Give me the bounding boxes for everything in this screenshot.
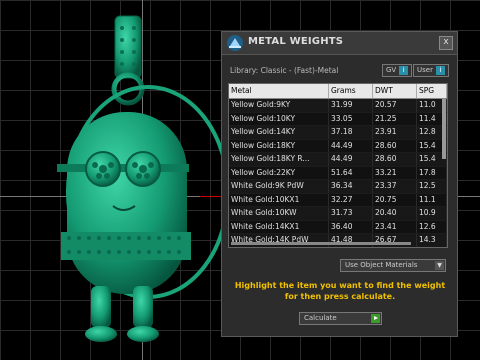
gv-toggle[interactable]: GV i <box>382 64 413 77</box>
metal-cell: Yellow Gold:22KY <box>229 166 329 179</box>
dwt-cell: 20.57 <box>373 99 417 112</box>
grams-cell: 36.40 <box>329 220 373 233</box>
spg-cell: 11.1 <box>417 193 447 206</box>
metal-cell: White Gold:14KX1 <box>229 220 329 233</box>
grams-cell: 31.99 <box>329 99 373 112</box>
user-toggle[interactable]: User i <box>413 64 449 77</box>
spg-cell: 14.3 <box>417 234 447 247</box>
info-icon: i <box>435 66 445 75</box>
vertical-scrollbar[interactable] <box>442 99 446 159</box>
materials-dropdown[interactable]: Use Object Materials ▼ <box>340 259 446 272</box>
grams-cell: 44.49 <box>329 153 373 166</box>
spg-cell: 17.8 <box>417 166 447 179</box>
metal-cell: White Gold:9K PdW <box>229 180 329 193</box>
close-button[interactable]: x <box>439 36 453 50</box>
metal-cell: White Gold:10KW <box>229 207 329 220</box>
instruction-text: Highlight the item you want to find the … <box>234 281 446 301</box>
gv-label: GV <box>386 66 397 74</box>
spg-cell: 12.5 <box>417 180 447 193</box>
grams-cell: 44.49 <box>329 139 373 152</box>
dwt-cell: 23.41 <box>373 220 417 233</box>
metal-cell: Yellow Gold:10KY <box>229 112 329 125</box>
dwt-cell: 23.37 <box>373 180 417 193</box>
dwt-cell: 28.60 <box>373 153 417 166</box>
column-header-spg[interactable]: SPG <box>417 84 447 98</box>
pendant-model[interactable] <box>55 14 240 359</box>
horizontal-scrollbar[interactable] <box>231 242 411 245</box>
dwt-cell: 20.75 <box>373 193 417 206</box>
table-row[interactable]: White Gold:14KX1 36.40 23.41 12.6 <box>229 220 447 234</box>
table-row[interactable]: White Gold:10KX1 32.27 20.75 11.1 <box>229 193 447 207</box>
dwt-cell: 28.60 <box>373 139 417 152</box>
table-row[interactable]: Yellow Gold:18KY 44.49 28.60 15.4 <box>229 139 447 153</box>
grams-cell: 32.27 <box>329 193 373 206</box>
metals-table[interactable]: Metal Grams DWT SPG Yellow Gold:9KY 31.99… <box>228 83 448 248</box>
metal-cell: Yellow Gold:9KY <box>229 99 329 112</box>
column-header-grams[interactable]: Grams <box>329 84 373 98</box>
chevron-down-icon: ▼ <box>435 261 444 270</box>
calculate-button[interactable]: Calculate <box>299 312 382 325</box>
column-header-metal[interactable]: Metal <box>229 84 329 98</box>
materials-dropdown-value: Use Object Materials <box>345 261 418 269</box>
panel-title: METAL WEIGHTS <box>248 36 344 47</box>
table-row[interactable]: Yellow Gold:14KY 37.18 23.91 12.8 <box>229 126 447 140</box>
calculate-label: Calculate <box>304 314 337 322</box>
metal-cell: Yellow Gold:18KY R... <box>229 153 329 166</box>
grams-cell: 33.05 <box>329 112 373 125</box>
dwt-cell: 20.40 <box>373 207 417 220</box>
metal-cell: White Gold:10KX1 <box>229 193 329 206</box>
table-row[interactable]: White Gold:14K PdW 41.48 26.67 14.3 <box>229 234 447 247</box>
user-label: User <box>417 66 433 74</box>
column-header-dwt[interactable]: DWT <box>373 84 417 98</box>
play-icon <box>371 314 380 323</box>
table-row[interactable]: Yellow Gold:18KY R... 44.49 28.60 15.4 <box>229 153 447 167</box>
library-label: Library: Classic - (Fast)-Metal <box>230 66 339 75</box>
info-icon: i <box>399 66 409 75</box>
scale-icon <box>227 35 243 51</box>
spg-cell: 12.6 <box>417 220 447 233</box>
grams-cell: 51.64 <box>329 166 373 179</box>
metal-cell: Yellow Gold:14KY <box>229 126 329 139</box>
grams-cell: 36.34 <box>329 180 373 193</box>
panel-titlebar[interactable]: METAL WEIGHTS x <box>222 32 457 55</box>
metal-cell: Yellow Gold:18KY <box>229 139 329 152</box>
table-row[interactable]: White Gold:10KW 31.73 20.40 10.9 <box>229 207 447 221</box>
dwt-cell: 23.91 <box>373 126 417 139</box>
grams-cell: 31.73 <box>329 207 373 220</box>
table-row[interactable]: Yellow Gold:22KY 51.64 33.21 17.8 <box>229 166 447 180</box>
dwt-cell: 33.21 <box>373 166 417 179</box>
table-row[interactable]: Yellow Gold:9KY 31.99 20.57 11.0 <box>229 99 447 113</box>
table-header: Metal Grams DWT SPG <box>229 84 447 99</box>
table-row[interactable]: White Gold:9K PdW 36.34 23.37 12.5 <box>229 180 447 194</box>
dwt-cell: 21.25 <box>373 112 417 125</box>
metal-weights-panel: METAL WEIGHTS x Library: Classic - (Fast… <box>221 31 458 337</box>
table-row[interactable]: Yellow Gold:10KY 33.05 21.25 11.4 <box>229 112 447 126</box>
spg-cell: 10.9 <box>417 207 447 220</box>
grams-cell: 37.18 <box>329 126 373 139</box>
